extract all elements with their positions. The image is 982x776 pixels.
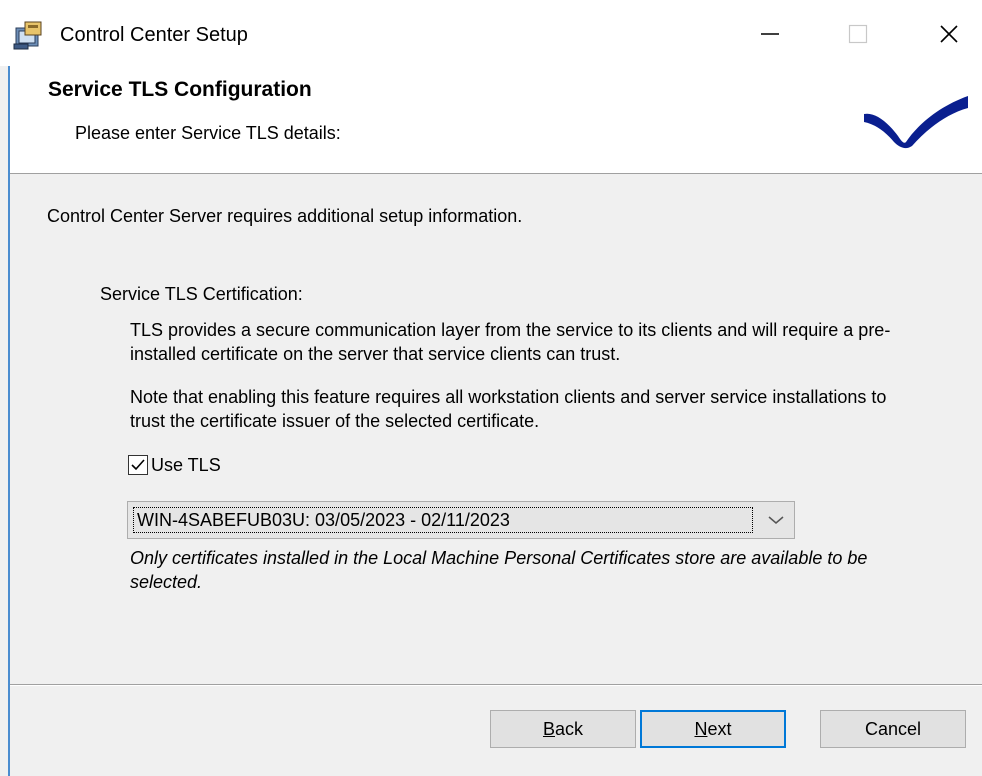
- brand-checkmark-logo: [864, 96, 968, 149]
- chevron-down-icon[interactable]: [766, 512, 786, 528]
- next-button-label: Next: [694, 718, 732, 739]
- footer-divider-highlight: [10, 685, 982, 686]
- tls-note: Note that enabling this feature requires…: [130, 387, 887, 431]
- section-label: Service TLS Certification:: [100, 284, 303, 304]
- setup-window: Control Center Setup Service TLS Configu…: [0, 0, 982, 776]
- intro-text: Control Center Server requires additiona…: [47, 206, 523, 226]
- back-button[interactable]: Back: [490, 710, 636, 748]
- use-tls-checkbox-row[interactable]: Use TLS: [128, 452, 221, 478]
- use-tls-checkbox[interactable]: [128, 455, 148, 475]
- certificate-store-note: Only certificates installed in the Local…: [130, 548, 868, 592]
- window-title: Control Center Setup: [60, 24, 248, 46]
- minimize-button[interactable]: [742, 14, 798, 54]
- next-button[interactable]: Next: [640, 710, 786, 748]
- maximize-button[interactable]: [830, 14, 886, 54]
- page-title: Service TLS Configuration: [48, 78, 312, 101]
- certificate-select[interactable]: WIN-4SABEFUB03U: 03/05/2023 - 02/11/2023: [127, 501, 795, 539]
- checkmark-icon: [131, 459, 145, 471]
- cancel-button[interactable]: Cancel: [820, 710, 966, 748]
- use-tls-label[interactable]: Use TLS: [151, 453, 221, 477]
- certificate-select-value[interactable]: WIN-4SABEFUB03U: 03/05/2023 - 02/11/2023: [133, 507, 753, 533]
- maximize-icon: [848, 24, 868, 44]
- minimize-icon: [761, 33, 779, 35]
- back-button-label: Back: [542, 718, 584, 739]
- title-bar[interactable]: Control Center Setup: [0, 0, 982, 66]
- cancel-button-label: Cancel: [864, 718, 922, 739]
- close-icon: [940, 25, 958, 43]
- page-subtitle: Please enter Service TLS details:: [75, 123, 341, 143]
- header-banner: Service TLS Configuration Please enter S…: [10, 66, 982, 174]
- installer-icon: [13, 21, 42, 50]
- tls-description: TLS provides a secure communication laye…: [130, 320, 891, 364]
- close-button[interactable]: [921, 14, 977, 54]
